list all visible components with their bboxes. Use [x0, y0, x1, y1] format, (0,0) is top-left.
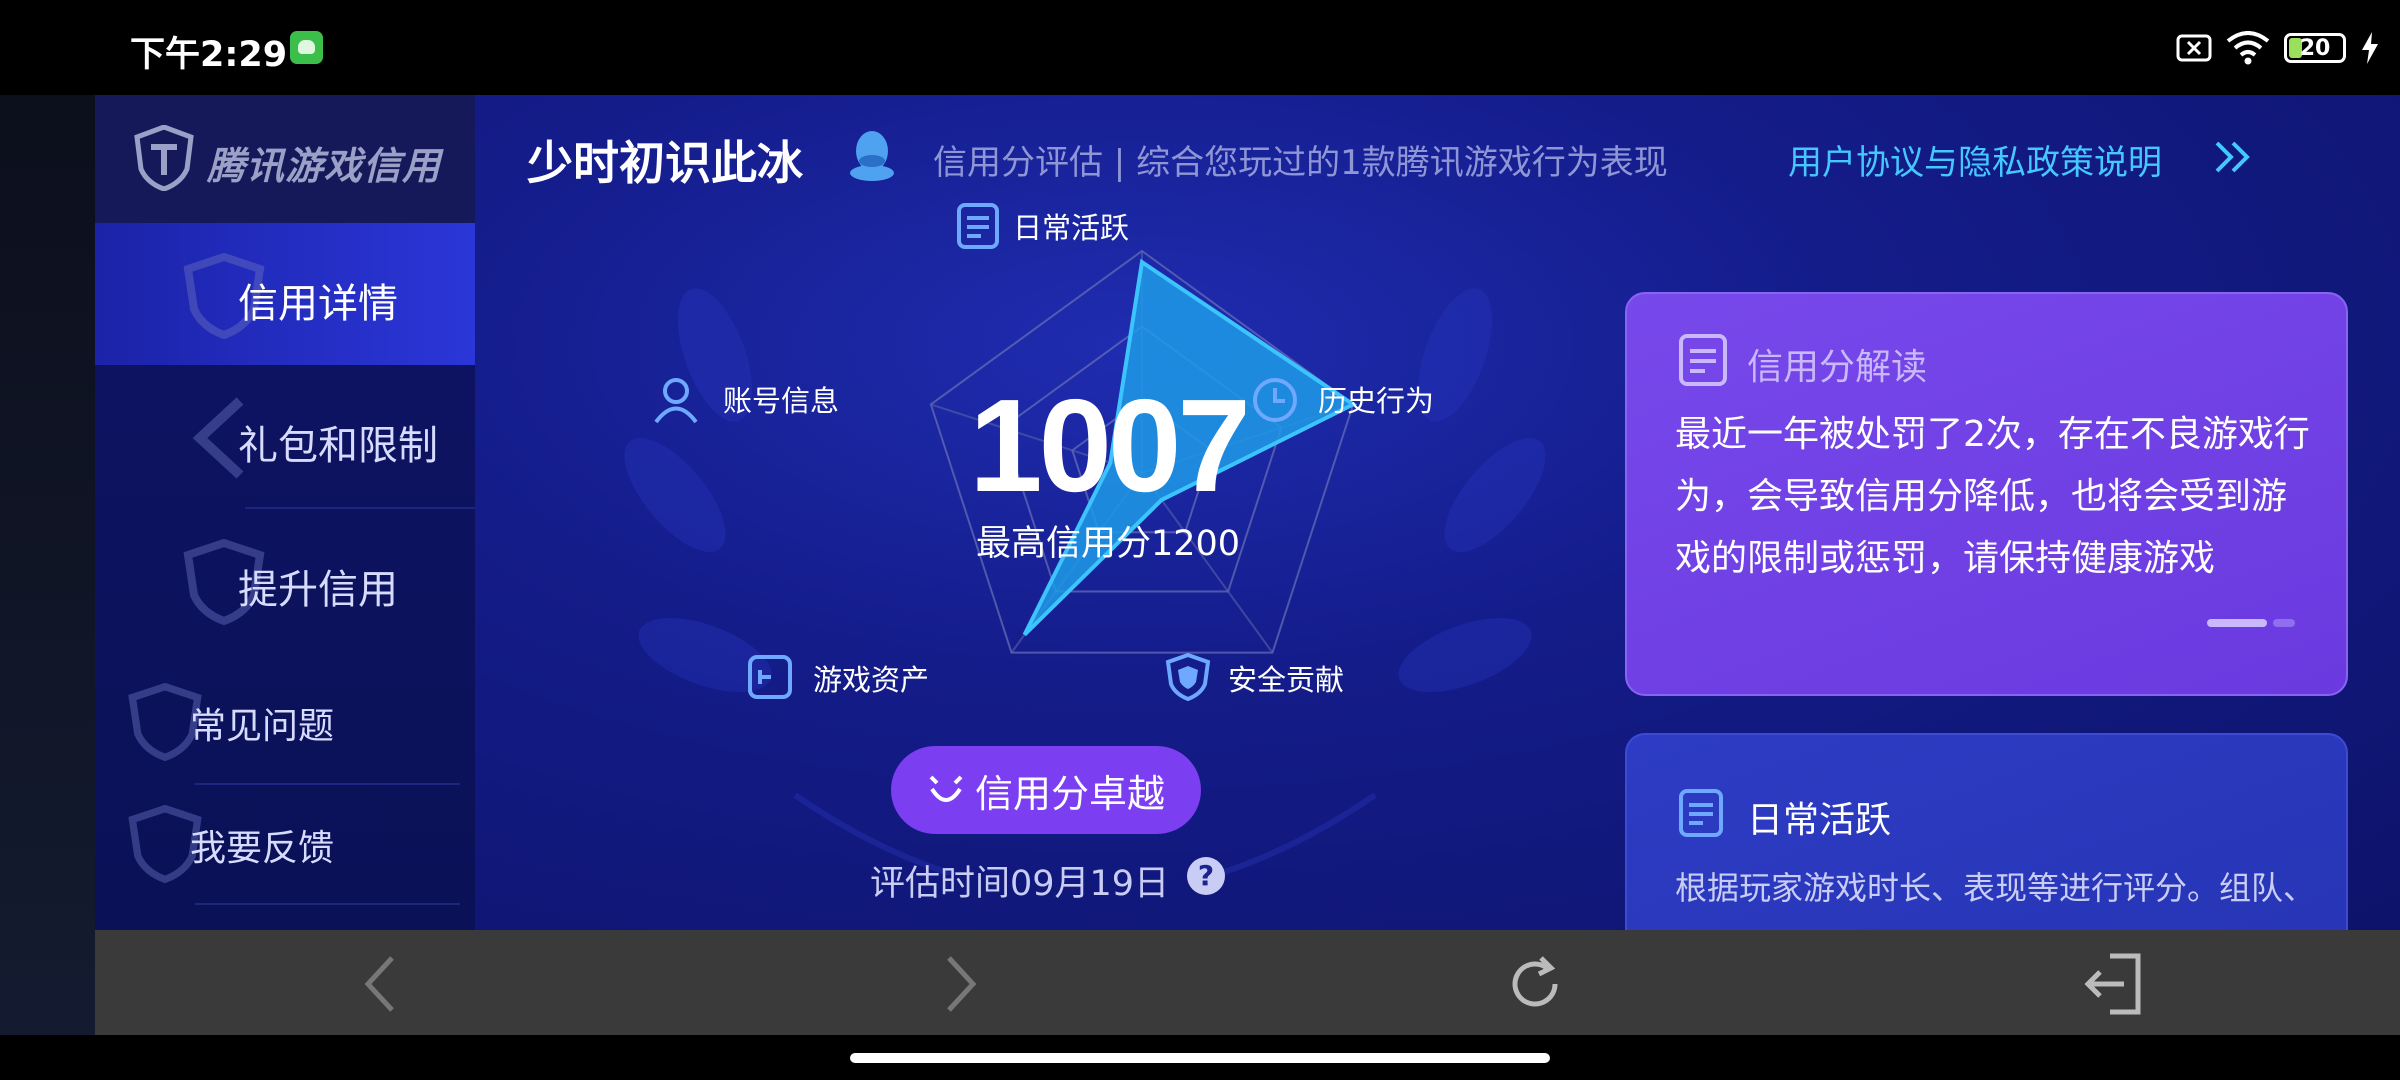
smile-icon	[929, 775, 963, 802]
axis-label-history: 历史行为	[1318, 384, 1435, 418]
charging-icon	[2362, 32, 2378, 64]
card-text: 根据玩家游戏时长、表现等进行评分。组队、	[1675, 869, 2316, 907]
sidebar-item-label: 提升信用	[238, 567, 398, 613]
shield-logo-icon	[134, 125, 194, 191]
app-content: 腾讯游戏信用 信用详情 礼包和限制 提升信用 常见问题 我要反馈 少时初识此冰 …	[95, 95, 2400, 930]
status-icons: 20	[2176, 28, 2380, 68]
axis-label-account: 账号信息	[723, 384, 840, 418]
player-name: 少时初识此冰	[527, 136, 803, 190]
credit-score: 1007	[969, 372, 1251, 519]
status-time: 下午2:29	[130, 35, 288, 75]
back-icon[interactable]	[352, 952, 416, 1016]
sidebar-item-label: 礼包和限制	[238, 423, 438, 469]
wifi-icon	[2226, 31, 2270, 65]
sidebar-item-label: 我要反馈	[190, 828, 335, 869]
background-strip	[0, 95, 95, 1035]
pagination-indicator	[2207, 619, 2297, 627]
battery-icon: 20	[2284, 33, 2346, 63]
user-icon	[654, 378, 698, 424]
forward-icon[interactable]	[925, 952, 989, 1016]
credit-description: 信用分评估 | 综合您玩过的1款腾讯游戏行为表现	[933, 143, 1668, 183]
sidebar-item-credit-details[interactable]: 信用详情	[95, 223, 475, 365]
user-agreement-link[interactable]: 用户协议与隐私政策说明	[1788, 135, 2162, 184]
sidebar-item-feedback[interactable]: 我要反馈	[95, 777, 475, 897]
daily-activity-card[interactable]: 日常活跃 根据玩家游戏时长、表现等进行评分。组队、	[1625, 733, 2348, 930]
brand: 腾讯游戏信用	[95, 95, 475, 223]
sidebar-divider	[195, 903, 460, 905]
exit-icon[interactable]	[2080, 952, 2144, 1016]
card-title: 日常活跃	[1747, 800, 1892, 841]
credit-interpretation-card[interactable]: 信用分解读 最近一年被处罚了2次，存在不良游戏行为，会导致信用分降低，也将会受到…	[1625, 292, 2348, 696]
help-icon[interactable]: ?	[1187, 857, 1225, 895]
max-credit-score: 最高信用分1200	[975, 524, 1241, 564]
axis-label-game-assets: 游戏资产	[813, 663, 930, 697]
sidebar-item-faq[interactable]: 常见问题	[95, 655, 475, 775]
document-icon	[957, 203, 999, 249]
axis-label-security: 安全贡献	[1228, 663, 1345, 697]
document-icon	[1679, 789, 1723, 837]
card-title: 信用分解读	[1747, 347, 1928, 388]
home-indicator[interactable]	[850, 1053, 1550, 1063]
battery-level: 20	[2299, 35, 2331, 61]
qq-penguin-icon	[850, 131, 894, 181]
credit-level-button[interactable]: 信用分卓越	[891, 746, 1201, 834]
sim-off-icon	[2176, 34, 2212, 62]
card-text: 最近一年被处罚了2次，存在不良游戏行为，会导致信用分降低，也将会受到游戏的限制或…	[1675, 414, 2310, 579]
evaluation-time: 评估时间09月19日	[870, 864, 1170, 904]
app-notification-icon	[290, 31, 323, 64]
shield-icon	[1165, 652, 1211, 702]
sidebar-item-improve-credit[interactable]: 提升信用	[95, 509, 475, 651]
sidebar: 腾讯游戏信用 信用详情 礼包和限制 提升信用 常见问题 我要反馈	[95, 95, 475, 930]
wallet-icon	[748, 655, 792, 699]
credit-level-label: 信用分卓越	[974, 771, 1165, 816]
axis-label-daily-activity: 日常活跃	[1013, 211, 1130, 245]
double-chevron-right-icon[interactable]	[2213, 139, 2253, 175]
sidebar-item-label: 常见问题	[190, 706, 335, 747]
document-icon	[1679, 334, 1727, 386]
sidebar-item-label: 信用详情	[238, 281, 398, 327]
refresh-icon[interactable]	[1503, 952, 1567, 1016]
browser-toolbar	[95, 930, 2400, 1035]
brand-name: 腾讯游戏信用	[207, 144, 442, 188]
sidebar-item-gifts-limits[interactable]: 礼包和限制	[95, 365, 475, 507]
gesture-area	[0, 1035, 2400, 1080]
status-bar: 下午2:29 20	[0, 0, 2400, 95]
